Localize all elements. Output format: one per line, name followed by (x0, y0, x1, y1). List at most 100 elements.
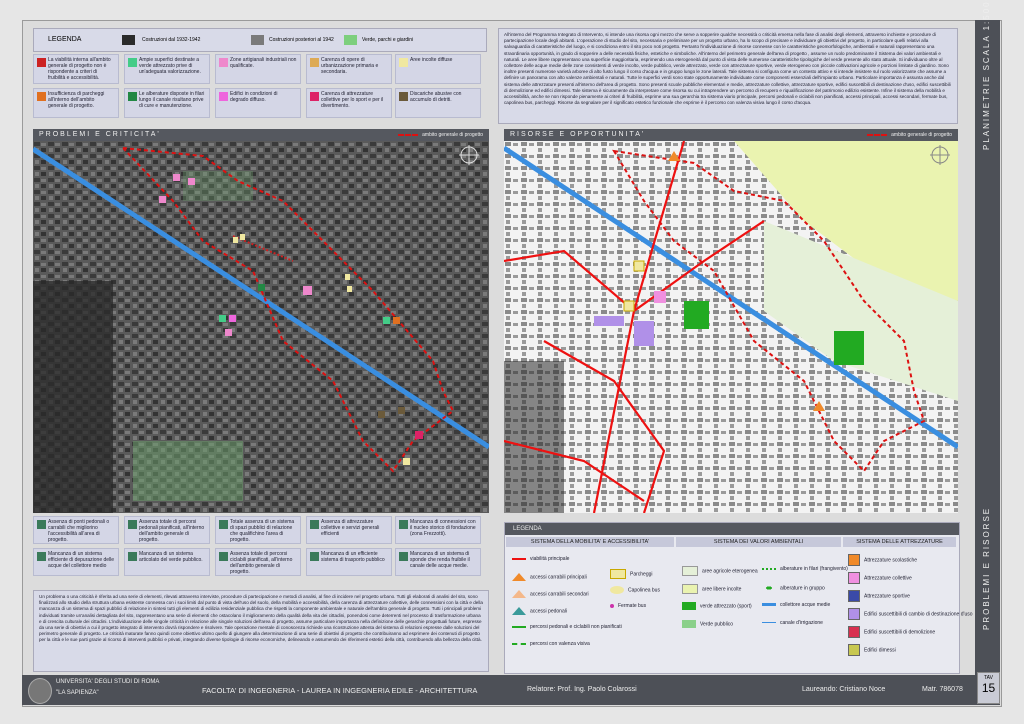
mobility2-legend-item-icon (610, 569, 626, 579)
equip-legend-item: Edifici dimessi (848, 644, 896, 656)
tav-box: TAV 15 (977, 672, 1000, 704)
problem-legend-item: Ampie superfici destinate a verde attrez… (124, 54, 210, 84)
equip-legend-item-icon (848, 554, 860, 566)
problem-swatch (37, 92, 46, 101)
problem-bottom-swatch (219, 520, 228, 529)
mobility-legend-item-icon (512, 607, 526, 615)
matricola: Matr. 786078 (922, 686, 963, 693)
problem-bottom-text: Mancanza di connessioni con il nucleo st… (410, 519, 476, 537)
legend-bottom-title: LEGENDA (513, 526, 542, 532)
legend-swatch-green (344, 35, 357, 45)
sidebar: PLANIMETRIE SCALA 1:5000 PROBLEMI E RISO… (975, 0, 1000, 705)
problems-map-svg (33, 141, 489, 513)
problem-bottom-swatch (219, 552, 228, 561)
mobility-legend-item-icon (512, 573, 526, 581)
mobility2-legend-item: Capolinea bus (610, 586, 660, 594)
problem-bottom-swatch (37, 520, 46, 529)
problem-bottom-text: Assenza di ponti pedonali o carrabili ch… (48, 519, 110, 543)
env2-legend-item-icon (762, 622, 776, 624)
mobility-legend-item-icon (512, 625, 526, 628)
right-map-header: RISORSE E OPPORTUNITA' ambito generale d… (504, 129, 958, 141)
env2-legend-item-icon (762, 603, 776, 607)
bottom-text-panel: Un problema o una criticità è riferita a… (33, 590, 489, 672)
mobility2-legend-item: Fermate bus (610, 603, 646, 609)
legend-swatch-post1942 (251, 35, 264, 45)
problems-map (33, 141, 489, 513)
mobility2-legend-item-icon (610, 586, 624, 594)
relatore: Relatore: Prof. Ing. Paolo Colarossi (527, 686, 637, 693)
legend-label-post1942: Costruzioni posteriori al 1942 (269, 37, 334, 43)
problem-legend-text: Zone artigianali industriali non qualifi… (230, 57, 297, 69)
mobility-legend-item-icon (512, 557, 526, 560)
legend-top: LEGENDA Costruzioni dal 1932-1942 Costru… (33, 28, 487, 52)
problem-swatch (310, 58, 319, 67)
legend-col3-title: SISTEMA DELLE ATTREZZATURE (843, 537, 956, 547)
mobility-legend-item: percorsi pedonali e ciclabili non pianif… (512, 624, 622, 630)
equip-legend-item: Attrezzature scolastiche (848, 554, 917, 566)
right-map-note: ambito generale di progetto (867, 129, 952, 141)
footer: UNIVERSITA' DEGLI STUDI DI ROMA "LA SAPI… (22, 675, 975, 705)
problem-bottom-swatch (128, 520, 137, 529)
env-legend-item-icon (682, 602, 696, 610)
env2-legend-item-icon (762, 567, 776, 570)
problem-bottom-item: Mancanza di un sistema di sponde che ren… (395, 548, 481, 576)
env-legend-item: verde attrezzato (sport) (682, 602, 752, 610)
legend-bottom-title-bar: LEGENDA (505, 523, 959, 535)
problem-legend-item: La viabilità interna all'ambito generale… (33, 54, 119, 84)
equip-legend-item-icon (848, 626, 860, 638)
scale-label: PLANIMETRIE SCALA 1:5000 (982, 0, 991, 150)
equip-legend-item-icon (848, 608, 860, 620)
problem-bottom-text: Totale assenza di un sistema di spazi pu… (230, 519, 295, 543)
problem-swatch (37, 58, 46, 67)
equip-legend-item: Attrezzature sportive (848, 590, 910, 602)
env-legend-item-icon (682, 584, 698, 594)
equip-legend-item-icon (848, 572, 860, 584)
left-map-header: PROBLEMI E CRITICITA' ambito generale di… (33, 129, 489, 141)
tav-number: 15 (981, 681, 996, 695)
problem-bottom-swatch (37, 552, 46, 561)
legend-col1-title: SISTEMA DELLA MOBILITA' E ACCESSIBILITA' (506, 537, 674, 547)
problem-bottom-item: Totale assenza di un sistema di spazi pu… (215, 516, 301, 544)
problem-bottom-item: Mancanza di un sistema efficiente di dep… (33, 548, 119, 576)
equip-legend-item-icon (848, 644, 860, 656)
problem-legend-item: Aree incolte diffuse (395, 54, 481, 84)
problem-bottom-item: Assenza di attrezzature collettive e ser… (306, 516, 392, 544)
problem-bottom-item: Assenza totale di percorsi pedonali pian… (124, 516, 210, 544)
problem-swatch (399, 92, 408, 101)
legend-swatch-1932 (122, 35, 135, 45)
problem-bottom-swatch (310, 520, 319, 529)
university-seal-icon (28, 678, 52, 704)
problem-swatch (219, 92, 228, 101)
env2-legend-item-icon (762, 584, 776, 592)
env-legend-item: aree agricole eterogenea (682, 566, 758, 576)
university-name: UNIVERSITA' DEGLI STUDI DI ROMA (56, 679, 160, 685)
problem-legend-text: La viabilità interna all'ambito generale… (48, 57, 111, 81)
problem-legend-item: Carenza di opere di urbanizzazione prima… (306, 54, 392, 84)
problem-bottom-text: Assenza totale di percorsi pedonali pian… (139, 519, 205, 543)
mobility-legend-item: viabilità principale (512, 556, 569, 562)
problem-legend-text: Edifici in condizioni di degrado diffuso… (230, 91, 278, 103)
intro-text: All'interno del Programma Integrato di I… (504, 32, 951, 106)
problem-legend-text: Carenza di opere di urbanizzazione prima… (321, 57, 379, 75)
legend-col2-title: SISTEMA DEI VALORI AMBIENTALI (676, 537, 841, 547)
problem-legend-text: Le alberature disposte in filari lungo i… (139, 91, 205, 109)
problem-swatch (399, 58, 408, 67)
problem-legend-text: Insufficienza di parcheggi all'interno d… (48, 91, 105, 109)
problem-bottom-text: Assenza totale di percorsi ciclabili pia… (230, 551, 293, 575)
problem-bottom-text: Mancanza di un sistema di sponde che ren… (410, 551, 470, 569)
problem-bottom-swatch (310, 552, 319, 561)
equip-legend-item: Edifici suscettibili di demolizione (848, 626, 935, 638)
legend-label-green: Verde, parchi e giardini (362, 37, 414, 43)
problem-bottom-item: Mancanza di connessioni con il nucleo st… (395, 516, 481, 544)
problem-bottom-item: Assenza di ponti pedonali o carrabili ch… (33, 516, 119, 544)
equip-legend-item-icon (848, 590, 860, 602)
env2-legend-item: canale d'irrigazione (762, 620, 823, 626)
mobility-legend-item: accessi carrabili secondari (512, 590, 589, 598)
right-map-title: RISORSE E OPPORTUNITA' (510, 131, 646, 138)
problem-bottom-text: Mancanza di un sistema efficiente di dep… (48, 551, 115, 569)
env2-legend-item: alberature in gruppo (762, 584, 825, 592)
env2-legend-item: collettore acque medie (762, 602, 830, 608)
problem-swatch (128, 92, 137, 101)
problem-legend-text: Discariche abusive con accumulo di detri… (410, 91, 462, 103)
equip-legend-item: Attrezzature collettive (848, 572, 912, 584)
